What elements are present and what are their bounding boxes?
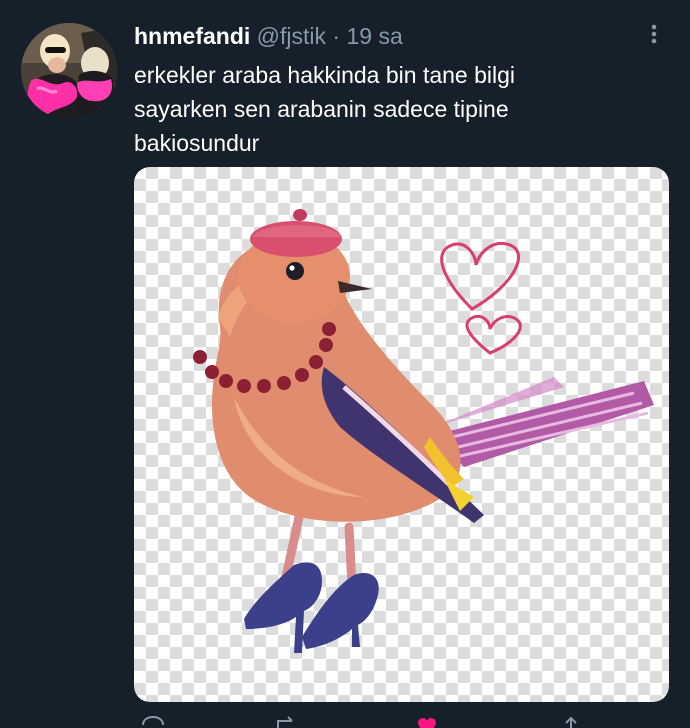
- user-handle[interactable]: @fjstik: [257, 23, 326, 49]
- more-vertical-icon[interactable]: [644, 22, 664, 46]
- display-name[interactable]: hnmefandi: [134, 23, 250, 49]
- bird-illustration: [193, 209, 654, 653]
- share-icon[interactable]: [558, 715, 584, 728]
- tweet-text-line: sayarken sen arabanin sadece tipine: [134, 96, 509, 122]
- bird-beak: [338, 281, 372, 293]
- heart-doodle-large: [440, 242, 521, 311]
- tweet-actions: [134, 715, 634, 728]
- tweet-text-line: bakiosundur: [134, 130, 260, 156]
- tweet-header: hnmefandi @fjstik · 19 sa: [134, 22, 403, 50]
- bird-eye: [286, 262, 304, 280]
- avatar[interactable]: [21, 23, 117, 119]
- heart-doodle-small: [465, 314, 522, 355]
- heart-icon[interactable]: [414, 715, 440, 728]
- tweet-media-image[interactable]: [134, 167, 669, 702]
- retweet-icon[interactable]: [274, 715, 300, 728]
- tweet-text: erkekler araba hakkinda bin tane bilgi s…: [134, 58, 634, 160]
- tweet[interactable]: hnmefandi @fjstik · 19 sa erkekler araba…: [0, 0, 690, 728]
- timestamp[interactable]: 19 sa: [346, 23, 402, 49]
- tweet-text-line: erkekler araba hakkinda bin tane bilgi: [134, 62, 516, 88]
- separator-dot: ·: [332, 23, 341, 49]
- avatar-image: [21, 23, 117, 119]
- reply-icon[interactable]: [140, 715, 166, 728]
